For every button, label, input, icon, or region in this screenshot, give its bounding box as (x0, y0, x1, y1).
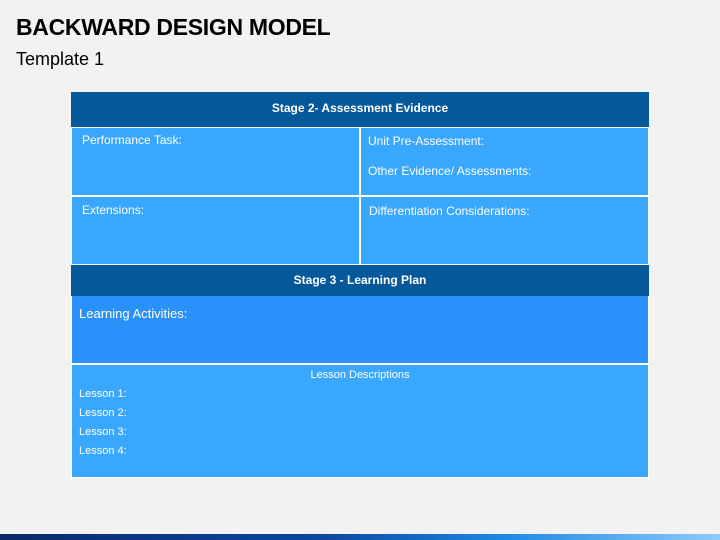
differentiation-label: Differentiation Considerations: (369, 204, 530, 218)
pre-assessment-cell: Unit Pre-Assessment: Other Evidence/ Ass… (360, 127, 649, 196)
extensions-cell: Extensions: (71, 196, 360, 265)
lesson-descriptions-label: Lesson Descriptions (310, 369, 410, 381)
learning-activities-cell: Learning Activities: (71, 296, 649, 364)
extensions-label: Extensions: (82, 203, 145, 217)
lesson-descriptions-cell: Lesson Descriptions Lesson 1: Lesson 2: … (71, 364, 649, 478)
lesson-item: Lesson 2: (79, 407, 127, 419)
lesson-item: Lesson 1: (79, 388, 127, 400)
other-evidence-label: Other Evidence/ Assessments: (368, 164, 532, 178)
slide-subtitle: Template 1 (16, 49, 105, 69)
stage3-header: Stage 3 - Learning Plan (71, 265, 649, 296)
slide-title: BACKWARD DESIGN MODEL (16, 14, 331, 40)
lesson-item: Lesson 3: (79, 426, 127, 438)
stage2-header: Stage 2- Assessment Evidence (71, 92, 649, 127)
differentiation-cell: Differentiation Considerations: (360, 196, 649, 265)
unit-pre-assessment-label: Unit Pre-Assessment: (368, 134, 485, 148)
bottom-accent-bar (0, 534, 720, 540)
backward-design-table: Stage 2- Assessment Evidence Performance… (71, 92, 649, 478)
performance-task-cell: Performance Task: (71, 127, 360, 196)
learning-activities-label: Learning Activities: (79, 306, 188, 321)
performance-task-label: Performance Task: (82, 133, 182, 147)
lesson-item: Lesson 4: (79, 445, 127, 457)
